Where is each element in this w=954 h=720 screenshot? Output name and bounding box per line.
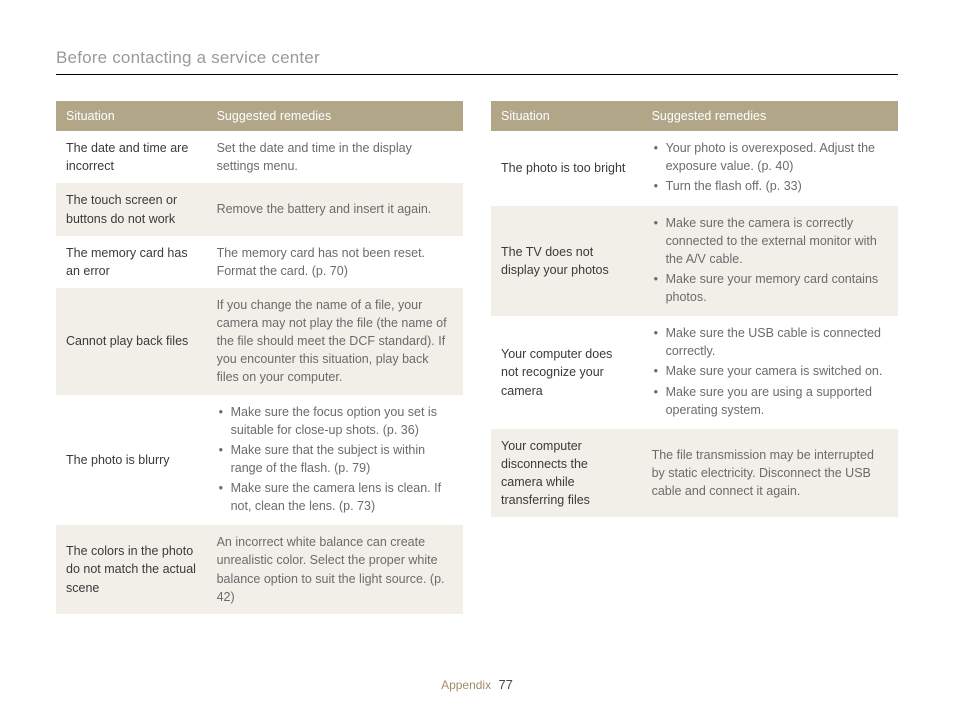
footer-page-number: 77 — [498, 677, 512, 692]
remedy-cell: The memory card has not been reset. Form… — [207, 236, 463, 288]
situation-cell: The TV does not display your photos — [491, 206, 642, 317]
remedy-list: Make sure the camera is correctly connec… — [652, 214, 888, 307]
troubleshooting-table-left: Situation Suggested remedies The date an… — [56, 101, 463, 614]
remedy-cell: Make sure the camera is correctly connec… — [642, 206, 898, 317]
list-item: Make sure your memory card contains phot… — [652, 270, 888, 306]
situation-cell: The colors in the photo do not match the… — [56, 525, 207, 614]
remedy-list: Make sure the USB cable is connected cor… — [652, 324, 888, 419]
table-row: Cannot play back files If you change the… — [56, 288, 463, 395]
situation-cell: The photo is too bright — [491, 131, 642, 205]
table-row: The colors in the photo do not match the… — [56, 525, 463, 614]
remedy-cell: If you change the name of a file, your c… — [207, 288, 463, 395]
table-row: The photo is blurry Make sure the focus … — [56, 395, 463, 526]
remedy-list: Make sure the focus option you set is su… — [217, 403, 453, 516]
remedy-cell: The file transmission may be interrupted… — [642, 429, 898, 518]
list-item: Make sure your camera is switched on. — [652, 362, 888, 380]
table-row: The photo is too bright Your photo is ov… — [491, 131, 898, 205]
troubleshooting-table-right: Situation Suggested remedies The photo i… — [491, 101, 898, 517]
list-item: Make sure that the subject is within ran… — [217, 441, 453, 477]
remedy-list: Your photo is overexposed. Adjust the ex… — [652, 139, 888, 195]
header-remedies: Suggested remedies — [207, 101, 463, 131]
table-row: The memory card has an error The memory … — [56, 236, 463, 288]
page-title: Before contacting a service center — [56, 48, 898, 75]
situation-cell: The date and time are incorrect — [56, 131, 207, 183]
table-row: The date and time are incorrect Set the … — [56, 131, 463, 183]
content-columns: Situation Suggested remedies The date an… — [56, 101, 898, 614]
list-item: Make sure the USB cable is connected cor… — [652, 324, 888, 360]
situation-cell: The photo is blurry — [56, 395, 207, 526]
footer-section: Appendix — [441, 678, 491, 692]
remedy-cell: Make sure the USB cable is connected cor… — [642, 316, 898, 429]
header-situation: Situation — [491, 101, 642, 131]
list-item: Make sure the camera is correctly connec… — [652, 214, 888, 268]
list-item: Turn the flash off. (p. 33) — [652, 177, 888, 195]
situation-cell: The memory card has an error — [56, 236, 207, 288]
remedy-cell: Remove the battery and insert it again. — [207, 183, 463, 235]
situation-cell: Your computer does not recognize your ca… — [491, 316, 642, 429]
table-row: The touch screen or buttons do not work … — [56, 183, 463, 235]
remedy-cell: Set the date and time in the display set… — [207, 131, 463, 183]
situation-cell: The touch screen or buttons do not work — [56, 183, 207, 235]
table-row: Your computer disconnects the camera whi… — [491, 429, 898, 518]
remedy-cell: Make sure the focus option you set is su… — [207, 395, 463, 526]
list-item: Your photo is overexposed. Adjust the ex… — [652, 139, 888, 175]
left-column: Situation Suggested remedies The date an… — [56, 101, 463, 614]
header-situation: Situation — [56, 101, 207, 131]
table-row: The TV does not display your photos Make… — [491, 206, 898, 317]
right-column: Situation Suggested remedies The photo i… — [491, 101, 898, 614]
remedy-cell: An incorrect white balance can create un… — [207, 525, 463, 614]
situation-cell: Your computer disconnects the camera whi… — [491, 429, 642, 518]
header-remedies: Suggested remedies — [642, 101, 898, 131]
list-item: Make sure the focus option you set is su… — [217, 403, 453, 439]
remedy-cell: Your photo is overexposed. Adjust the ex… — [642, 131, 898, 205]
list-item: Make sure the camera lens is clean. If n… — [217, 479, 453, 515]
list-item: Make sure you are using a supported oper… — [652, 383, 888, 419]
situation-cell: Cannot play back files — [56, 288, 207, 395]
page-footer: Appendix 77 — [0, 677, 954, 692]
table-row: Your computer does not recognize your ca… — [491, 316, 898, 429]
